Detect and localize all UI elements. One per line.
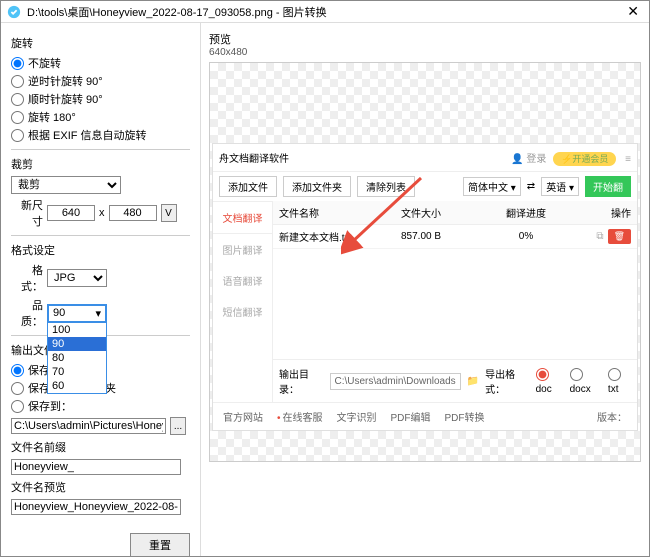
preview-panel: 预览 640x480 舟文档翻译软件 👤 登录 ⚡开通会员 ≡ 添加文件 添加文… [201,23,649,556]
format-section: 格式设定 [11,242,190,258]
copy-icon[interactable]: ⧉ [596,231,603,242]
export-format-label: 导出格式： [485,366,530,396]
clear-list-button[interactable]: 清除列表 [357,176,415,197]
chevron-down-icon: ▾ [95,307,101,320]
rotate-exif-radio[interactable] [11,129,24,142]
tab-sms[interactable]: 短信翻译 [213,296,272,327]
quality-option[interactable]: 60 [48,379,106,393]
fmt-doc-radio[interactable]: doc [536,368,564,395]
size-lock-button[interactable]: V [161,204,177,222]
rotate-ccw90-radio[interactable] [11,75,24,88]
crop-section: 裁剪 [11,156,190,172]
preview-canvas: 舟文档翻译软件 👤 登录 ⚡开通会员 ≡ 添加文件 添加文件夹 清除列表 简体中… [209,62,641,462]
save-original-radio[interactable] [11,364,24,377]
app-icon [7,5,21,19]
footer-link[interactable]: 官方网站 [223,409,263,424]
version-label: 版本： [597,409,627,424]
lang-from-select[interactable]: 简体中文 ▾ [463,177,521,196]
output-dir-label: 输出目录： [279,366,324,396]
fmt-docx-radio[interactable]: docx [570,368,602,395]
format-label: 格式： [11,262,43,294]
quality-option[interactable]: 100 [48,323,106,337]
titlebar: D:\tools\桌面\Honeyview_2022-08-17_093058.… [1,1,649,23]
table-header: 文件名称 文件大小 翻译进度 操作 [273,201,637,225]
tab-image[interactable]: 图片翻译 [213,234,272,265]
quality-option[interactable]: 70 [48,365,106,379]
output-dir-path[interactable]: C:\Users\admin\Downloads [330,373,461,390]
newsize-label: 新尺寸 [11,197,43,229]
preview-dims: 640x480 [209,47,641,58]
filename-preview-label: 文件名预览 [11,479,190,495]
rotate-cw90-radio[interactable] [11,93,24,106]
save-custom-radio[interactable] [11,400,24,413]
quality-options: 100 90 80 70 60 [47,322,107,394]
swap-icon[interactable]: ⇄ [527,181,535,192]
close-button[interactable]: ✕ [623,3,643,20]
prefix-input[interactable] [11,459,181,475]
rotate-180-radio[interactable] [11,111,24,124]
reset-button[interactable]: 重置 [130,533,190,556]
footer-link[interactable]: 在线客服 [277,409,323,424]
fmt-txt-radio[interactable]: txt [608,368,631,395]
footer-link[interactable]: PDF转换 [445,409,485,424]
tab-audio[interactable]: 语音翻译 [213,265,272,296]
login-link[interactable]: 👤 登录 [511,154,546,165]
quality-option[interactable]: 90 [48,337,106,351]
footer-link[interactable]: 文字识别 [337,409,377,424]
format-select[interactable]: JPG [47,269,107,287]
quality-option[interactable]: 80 [48,351,106,365]
window-title: D:\tools\桌面\Honeyview_2022-08-17_093058.… [27,4,623,20]
footer-link[interactable]: PDF编辑 [391,409,431,424]
quality-dropdown[interactable]: 90▾ 100 90 80 70 60 [47,304,107,323]
open-folder-icon[interactable]: 📁 [467,376,479,387]
embedded-title: 舟文档翻译软件 [219,150,289,165]
prefix-label: 文件名前缀 [11,439,190,455]
delete-row-button[interactable]: 🗑 [608,229,631,244]
preview-label: 预览 [209,31,641,47]
add-file-button[interactable]: 添加文件 [219,176,277,197]
filename-preview [11,499,181,515]
height-input[interactable] [109,205,157,221]
browse-button[interactable]: ... [170,417,186,435]
rotate-none-radio[interactable] [11,57,24,70]
menu-icon[interactable]: ≡ [625,154,631,165]
lang-to-select[interactable]: 英语 ▾ [541,177,579,196]
table-row[interactable]: 新建文本文档.txt 857.00 B 0% ⧉🗑 [273,225,637,249]
custom-path-input[interactable] [11,418,166,434]
crop-select[interactable]: 裁剪 [11,176,121,194]
settings-panel: 旋转 不旋转 逆时针旋转 90° 顺时针旋转 90° 旋转 180° 根据 EX… [1,23,201,556]
quality-label: 品质： [11,297,43,329]
add-folder-button[interactable]: 添加文件夹 [283,176,351,197]
vip-button[interactable]: ⚡开通会员 [553,152,616,166]
rotation-section: 旋转 [11,35,190,51]
save-pictures-radio[interactable] [11,382,24,395]
width-input[interactable] [47,205,95,221]
embedded-app: 舟文档翻译软件 👤 登录 ⚡开通会员 ≡ 添加文件 添加文件夹 清除列表 简体中… [212,143,638,431]
start-translate-button[interactable]: 开始翻 [585,176,631,197]
tab-document[interactable]: 文档翻译 [213,201,272,234]
